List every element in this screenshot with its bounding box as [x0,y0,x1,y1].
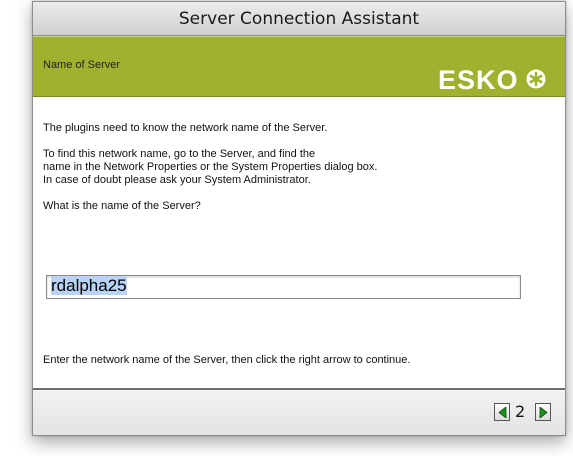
page-number: 2 [515,402,526,421]
assistant-window: Server Connection Assistant Name of Serv… [32,1,566,436]
step-banner: Name of Server ESKO [33,36,565,97]
triangle-right-icon [539,407,548,418]
server-name-value: rdalpha25 [51,276,127,295]
server-name-input[interactable]: rdalpha25 [46,275,521,299]
window-title: Server Connection Assistant [33,2,565,36]
asterisk-icon [526,69,546,89]
step-title: Name of Server [43,59,121,71]
esko-logo: ESKO [438,65,546,95]
previous-button[interactable] [494,403,510,421]
navigation-footer: 2 [33,390,565,435]
intro-text: The plugins need to know the network nam… [43,122,328,134]
content-area: The plugins need to know the network nam… [33,97,565,388]
logo-text: ESKO [438,65,519,95]
instructions-line-2: name in the Network Properties or the Sy… [43,161,378,173]
triangle-left-icon [498,407,507,418]
question-text: What is the name of the Server? [43,200,201,212]
instructions-line-3: In case of doubt please ask your System … [43,174,311,186]
hint-text: Enter the network name of the Server, th… [43,354,411,366]
next-button[interactable] [535,403,551,421]
instructions-line-1: To find this network name, go to the Ser… [43,148,316,160]
